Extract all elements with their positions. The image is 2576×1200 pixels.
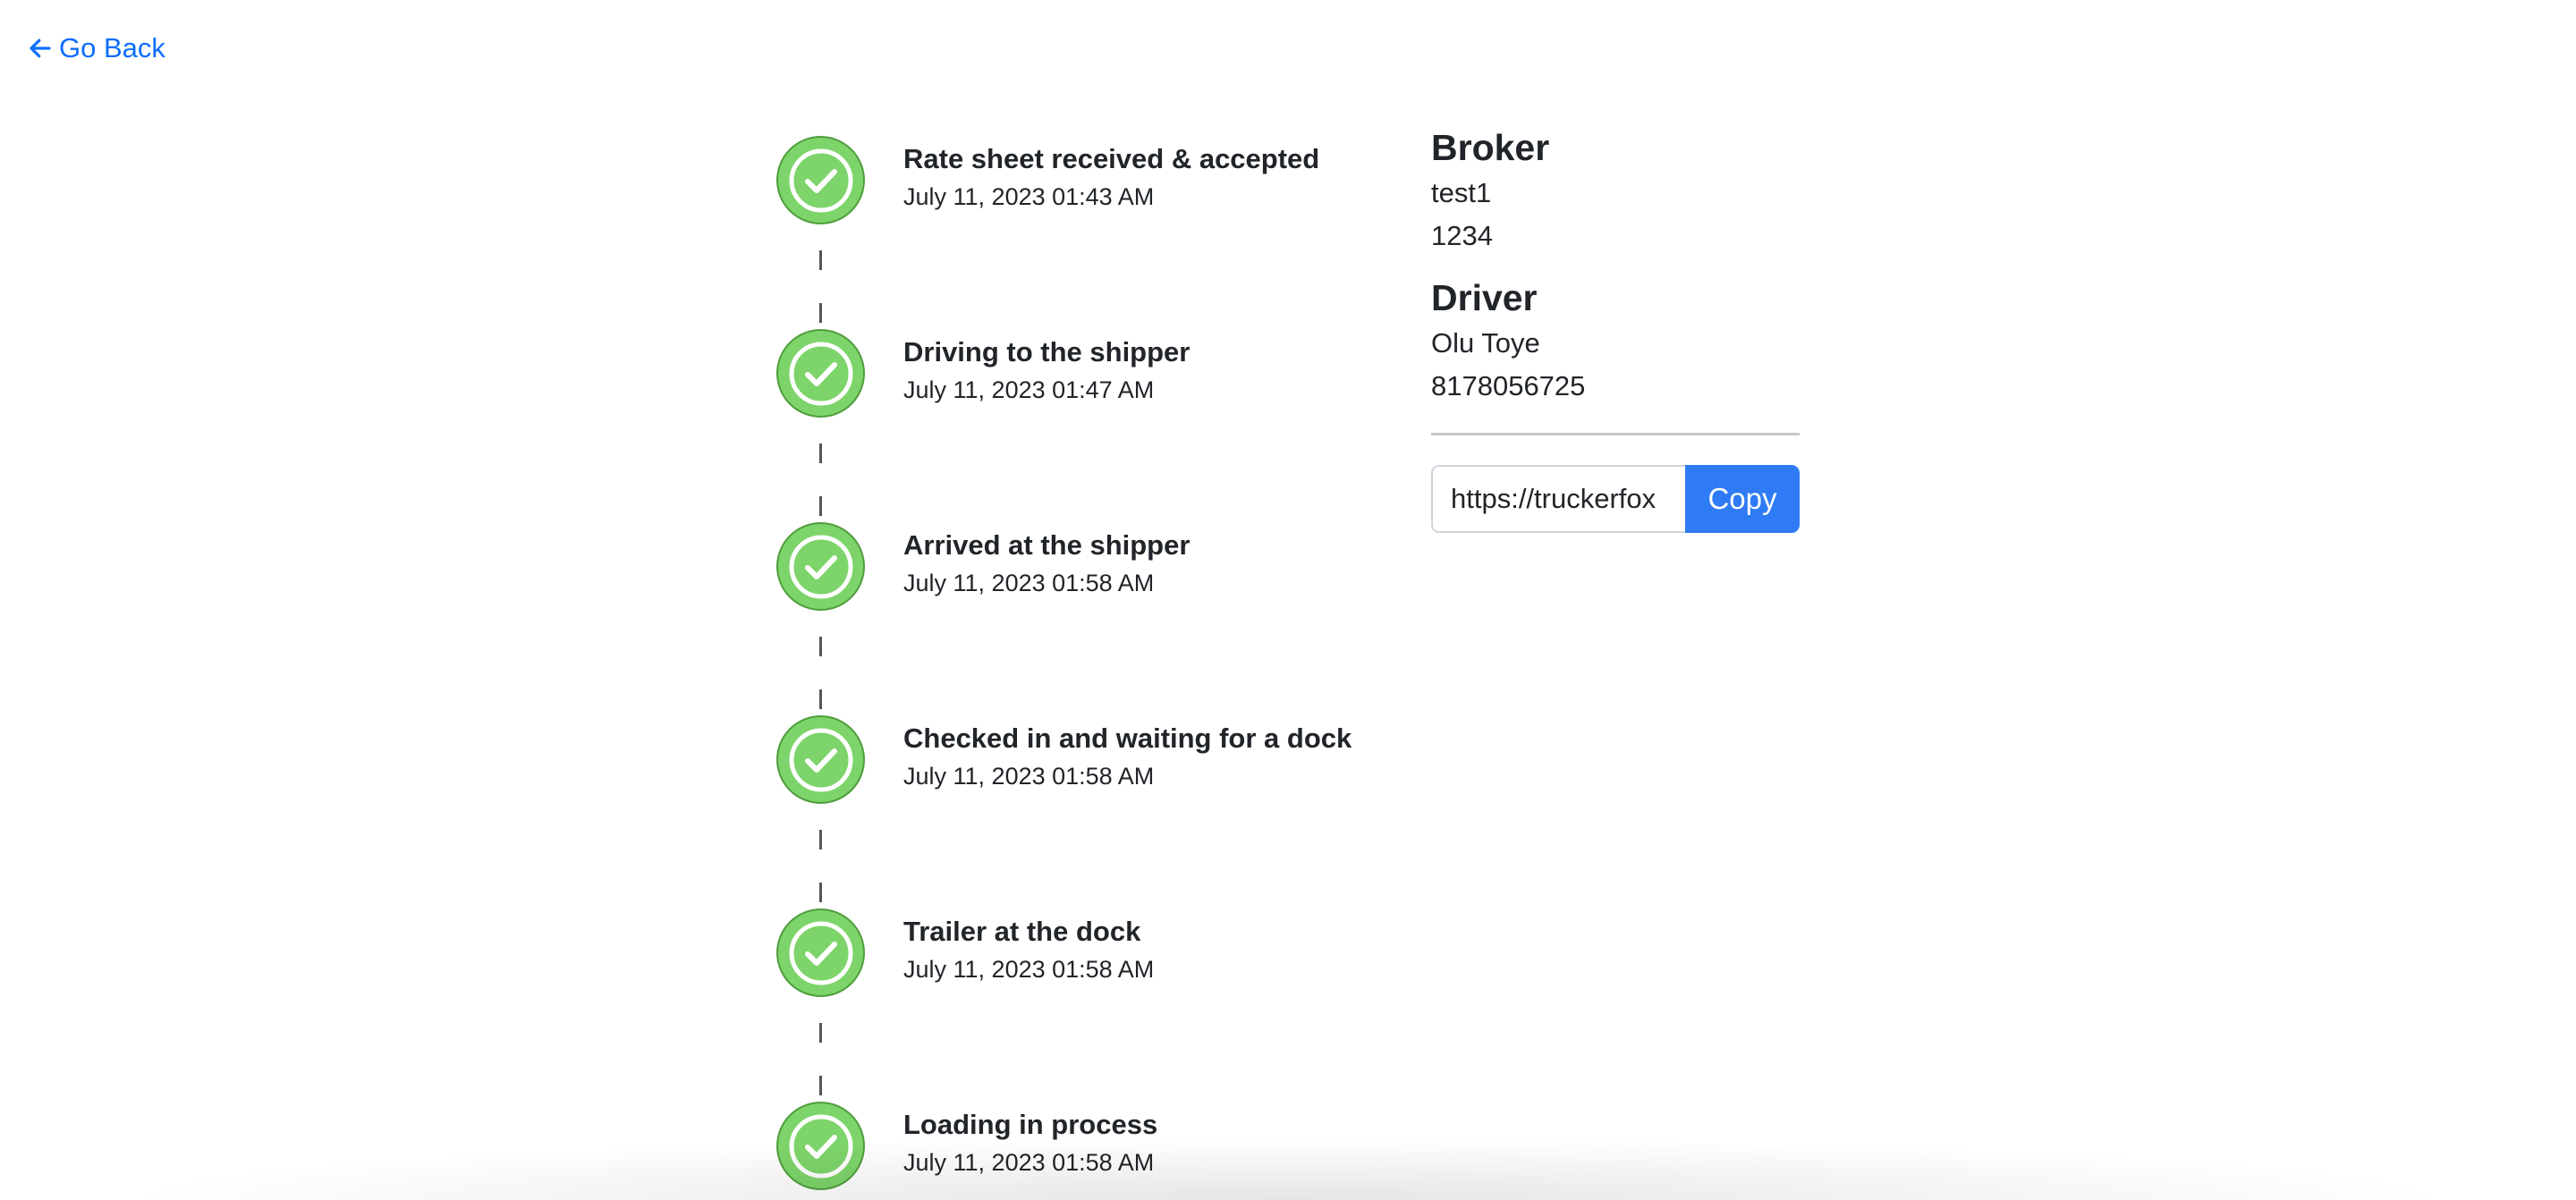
timeline-step: Arrived at the shipper July 11, 2023 01:…: [775, 520, 1401, 615]
share-link-group: Copy: [1431, 465, 1800, 533]
timeline-step: Trailer at the dock July 11, 2023 01:58 …: [775, 907, 1401, 1001]
go-back-link[interactable]: Go Back: [27, 32, 165, 64]
divider: [1431, 433, 1800, 435]
step-timestamp: July 11, 2023 01:47 AM: [903, 376, 1155, 403]
step-title: Driving to the shipper: [903, 336, 1191, 368]
check-circle-icon: [776, 136, 865, 224]
check-circle-icon: [776, 908, 865, 997]
check-circle-icon: [776, 1102, 865, 1190]
timeline-connector: [819, 1001, 822, 1099]
timeline-connector: [819, 422, 822, 520]
timeline-step: Loading in process July 11, 2023 01:58 A…: [775, 1100, 1401, 1195]
step-timestamp: July 11, 2023 01:58 AM: [903, 763, 1155, 790]
step-title: Arrived at the shipper: [903, 529, 1191, 561]
timeline-connector: [819, 808, 822, 906]
share-link-input[interactable]: [1431, 465, 1685, 533]
step-timestamp: July 11, 2023 01:58 AM: [903, 570, 1155, 596]
load-info-panel: Broker test1 1234 Driver Olu Toye 817805…: [1431, 123, 1800, 533]
step-title: Loading in process: [903, 1109, 1158, 1140]
step-timestamp: July 11, 2023 01:58 AM: [903, 1149, 1155, 1176]
driver-name: Olu Toye: [1431, 327, 1540, 359]
broker-number: 1234: [1431, 220, 1493, 251]
broker-name: test1: [1431, 177, 1492, 208]
step-title: Checked in and waiting for a dock: [903, 723, 1352, 754]
driver-heading: Driver: [1431, 277, 1538, 318]
timeline-connector: [819, 615, 822, 713]
go-back-label: Go Back: [59, 32, 165, 63]
timeline-step: Rate sheet received & accepted July 11, …: [775, 134, 1401, 229]
check-circle-icon: [776, 522, 865, 611]
step-timestamp: July 11, 2023 01:58 AM: [903, 956, 1155, 983]
timeline-step: Driving to the shipper July 11, 2023 01:…: [775, 327, 1401, 422]
broker-heading: Broker: [1431, 127, 1550, 168]
copy-button[interactable]: Copy: [1685, 465, 1800, 533]
arrow-left-icon: [30, 38, 51, 58]
check-circle-icon: [776, 329, 865, 418]
step-timestamp: July 11, 2023 01:43 AM: [903, 183, 1155, 210]
check-circle-icon: [776, 715, 865, 804]
timeline-step: Checked in and waiting for a dock July 1…: [775, 714, 1401, 808]
step-title: Rate sheet received & accepted: [903, 143, 1320, 174]
step-title: Trailer at the dock: [903, 916, 1141, 947]
driver-phone: 8178056725: [1431, 370, 1586, 401]
timeline-connector: [819, 229, 822, 326]
